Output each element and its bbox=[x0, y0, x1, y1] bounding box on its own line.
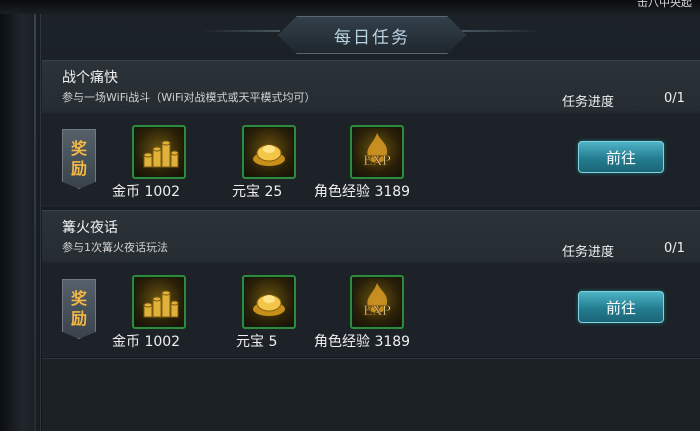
gold-coins-icon[interactable] bbox=[132, 125, 186, 179]
reward-row: 奖 励 金币 1002 bbox=[42, 113, 700, 205]
task-title: 战个痛快 bbox=[62, 70, 118, 86]
task-card-2: 篝火夜话 参与1次篝火夜话玩法 任务进度 0/1 奖 励 金币 1002 元宝 … bbox=[42, 210, 700, 357]
reward-label: 金币 1002 bbox=[112, 334, 181, 350]
reward-row: 奖 励 金币 1002 bbox=[42, 263, 700, 355]
reward-label: 金币 1002 bbox=[112, 184, 181, 200]
title-ribbon: 每日任务 bbox=[278, 16, 466, 54]
task-card-1: 战个痛快 参与一场WiFi战斗（WiFi对战模式或天平模式均可） 任务进度 0/… bbox=[42, 60, 700, 207]
left-frame bbox=[0, 14, 41, 431]
reward-label: 角色经验 3189 bbox=[314, 184, 411, 200]
daily-tasks-screen: 击八中央起 每日任务 战个痛快 参与一场WiFi战斗（WiFi对战模式或天平模式… bbox=[0, 0, 700, 431]
svg-text:EXP: EXP bbox=[363, 154, 391, 169]
progress-value: 0/1 bbox=[664, 91, 685, 106]
progress-label: 任务进度 bbox=[562, 245, 615, 260]
reward-item-gold: 金币 1002 bbox=[112, 125, 232, 203]
exp-icon[interactable]: EXP bbox=[350, 275, 404, 329]
task-header: 篝火夜话 参与1次篝火夜话玩法 任务进度 0/1 bbox=[42, 211, 700, 261]
exp-icon[interactable]: EXP bbox=[350, 125, 404, 179]
top-strip: 击八中央起 bbox=[0, 0, 700, 14]
reward-badge-char: 奖 bbox=[70, 139, 87, 158]
title-decoration-right bbox=[462, 30, 542, 32]
page-title: 每日任务 bbox=[334, 27, 410, 48]
reward-badge-char: 励 bbox=[70, 309, 87, 328]
task-description: 参与一场WiFi战斗（WiFi对战模式或天平模式均可） bbox=[62, 91, 316, 104]
task-header: 战个痛快 参与一场WiFi战斗（WiFi对战模式或天平模式均可） 任务进度 0/… bbox=[42, 61, 700, 111]
svg-text:EXP: EXP bbox=[363, 304, 391, 319]
top-right-text: 击八中央起 bbox=[637, 0, 692, 9]
progress-value: 0/1 bbox=[664, 241, 685, 256]
gold-ingot-icon[interactable] bbox=[242, 275, 296, 329]
reward-badge: 奖 励 bbox=[62, 279, 96, 339]
empty-task-area bbox=[42, 358, 700, 431]
task-title: 篝火夜话 bbox=[62, 220, 118, 236]
reward-item-gold: 金币 1002 bbox=[112, 275, 232, 353]
gold-coins-icon[interactable] bbox=[132, 275, 186, 329]
gold-ingot-icon[interactable] bbox=[242, 125, 296, 179]
go-button[interactable]: 前往 bbox=[578, 291, 664, 323]
reward-item-exp: EXP 角色经验 3189 bbox=[314, 125, 450, 203]
reward-badge: 奖 励 bbox=[62, 129, 96, 189]
reward-item-exp: EXP 角色经验 3189 bbox=[314, 275, 450, 353]
reward-label: 角色经验 3189 bbox=[314, 334, 411, 350]
reward-badge-char: 励 bbox=[70, 159, 87, 178]
task-description: 参与1次篝火夜话玩法 bbox=[62, 241, 168, 254]
progress-label: 任务进度 bbox=[562, 95, 615, 110]
title-decoration-left bbox=[200, 30, 280, 32]
go-button[interactable]: 前往 bbox=[578, 141, 664, 173]
reward-badge-char: 奖 bbox=[70, 289, 87, 308]
